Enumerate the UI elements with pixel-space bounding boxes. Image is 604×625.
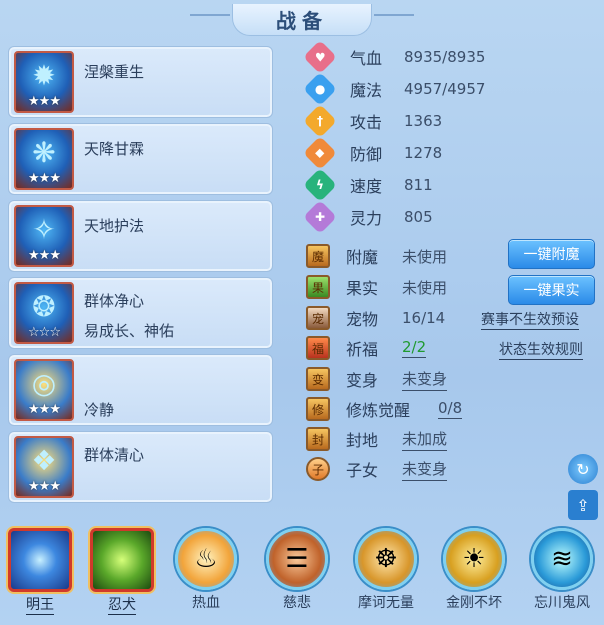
speed-icon: ϟ xyxy=(303,168,337,202)
skill-item[interactable]: ❖ ★★★ 群体清心 xyxy=(8,431,273,503)
transform-icon: 变 xyxy=(306,367,330,391)
orb-icon xyxy=(8,528,72,592)
guardian-skill-icon: ✧ ★★★ xyxy=(14,205,74,267)
attr-mp: ● 魔法 4957/4957 xyxy=(303,72,485,106)
rain-skill-icon: ❋ ★★★ xyxy=(14,128,74,190)
one-click-fruit-button[interactable]: 一键果实 xyxy=(508,275,595,305)
skill-item[interactable]: ❂ ☆☆☆ 群体净心 易成长、神佑 xyxy=(8,277,273,349)
enchant-icon: 魔 xyxy=(306,244,330,268)
skill-item[interactable]: ◎ ★★★ 冷静 xyxy=(8,354,273,426)
skill-name: 群体清心 xyxy=(84,446,145,464)
pet-slot-cibei[interactable]: ☰ 慈悲 xyxy=(263,528,331,612)
event-preset-link[interactable]: 赛事不生效预设 xyxy=(481,309,579,330)
monk-icon: ☸ xyxy=(355,528,417,590)
skill-name: 冷静 xyxy=(84,401,115,419)
share-icon[interactable]: ⇪ xyxy=(568,490,598,520)
scroll-icon: ☰ xyxy=(266,528,328,590)
blessing-icon: 福 xyxy=(306,336,330,360)
sword-icon: † xyxy=(303,104,337,138)
attr-attack: † 攻击 1363 xyxy=(303,104,442,138)
title-decoration-right xyxy=(374,14,414,16)
feature-pet: 宠 宠物 16/14 xyxy=(306,305,445,331)
feature-awaken: 修 修炼觉醒 0/8 xyxy=(306,396,463,422)
calm-skill-icon: ◎ ★★★ xyxy=(14,359,74,421)
skill-name: 天地护法 xyxy=(84,217,145,235)
feature-enchant: 魔 附魔 未使用 xyxy=(306,243,447,269)
guardian-icon: ☀ xyxy=(443,528,505,590)
star-rating: ★★★ xyxy=(28,402,61,417)
star-rating: ★★★ xyxy=(28,248,61,263)
feature-land: 封 封地 未加成 xyxy=(306,426,448,452)
star-rating: ★★★ xyxy=(28,171,61,186)
pet-slot-rendog[interactable]: 忍犬 xyxy=(88,528,156,615)
title-decoration-left xyxy=(190,14,230,16)
skill-subtext: 易成长、神佑 xyxy=(84,322,175,340)
fruit-icon: 果 xyxy=(306,275,330,299)
attr-spirit: ✚ 灵力 805 xyxy=(303,200,433,234)
children-icon: 子 xyxy=(306,457,330,481)
shield-icon: ◆ xyxy=(303,136,337,170)
clear-mind-skill-icon: ❖ ★★★ xyxy=(14,436,74,498)
nirvana-skill-icon: ✹ ★★★ xyxy=(14,51,74,113)
pet-portrait-icon: 宠 xyxy=(306,306,330,330)
feature-children: 子 子女 未变身 xyxy=(306,456,448,482)
attr-hp: ♥ 气血 8935/8935 xyxy=(303,40,485,74)
refresh-icon[interactable]: ↻ xyxy=(568,454,598,484)
pet-slot-rexue[interactable]: ♨ 热血 xyxy=(172,528,240,612)
attr-defense: ◆ 防御 1278 xyxy=(303,136,442,170)
feature-blessing: 福 祈福 2/2 xyxy=(306,335,427,361)
skill-name: 涅槃重生 xyxy=(84,63,145,81)
pet-slot-mohe[interactable]: ☸ 摩诃无量 xyxy=(352,528,420,612)
fighter-icon: ♨ xyxy=(175,528,237,590)
one-click-enchant-button[interactable]: 一键附魔 xyxy=(508,239,595,269)
wolf-icon xyxy=(90,528,154,592)
star-rating: ★★★ xyxy=(28,94,61,109)
star-rating: ★★★ xyxy=(28,479,61,494)
pet-slot-jingang[interactable]: ☀ 金刚不坏 xyxy=(440,528,508,612)
attr-speed: ϟ 速度 811 xyxy=(303,168,433,202)
skill-item[interactable]: ✧ ★★★ 天地护法 xyxy=(8,200,273,272)
pet-slot-mingwang[interactable]: 明王 xyxy=(6,528,74,615)
meditation-icon: 修 xyxy=(306,397,330,421)
skill-item[interactable]: ✹ ★★★ 涅槃重生 xyxy=(8,46,273,118)
spirit-icon: ✚ xyxy=(303,200,337,234)
land-icon: 封 xyxy=(306,427,330,451)
wind-icon: ≋ xyxy=(531,528,593,590)
pet-slot-wangchuan[interactable]: ≋ 忘川鬼风 xyxy=(528,528,596,612)
status-rule-link[interactable]: 状态生效规则 xyxy=(499,339,583,360)
page-title: 战备 xyxy=(232,4,372,36)
skill-name: 天降甘霖 xyxy=(84,140,145,158)
skill-item[interactable]: ❋ ★★★ 天降甘霖 xyxy=(8,123,273,195)
feature-fruit: 果 果实 未使用 xyxy=(306,274,447,300)
mana-icon: ● xyxy=(303,72,337,106)
purify-skill-icon: ❂ ☆☆☆ xyxy=(14,282,74,344)
feature-transform: 变 变身 未变身 xyxy=(306,366,448,392)
skill-name: 群体净心 xyxy=(84,292,145,310)
star-rating: ☆☆☆ xyxy=(28,325,61,340)
heart-icon: ♥ xyxy=(303,40,337,74)
